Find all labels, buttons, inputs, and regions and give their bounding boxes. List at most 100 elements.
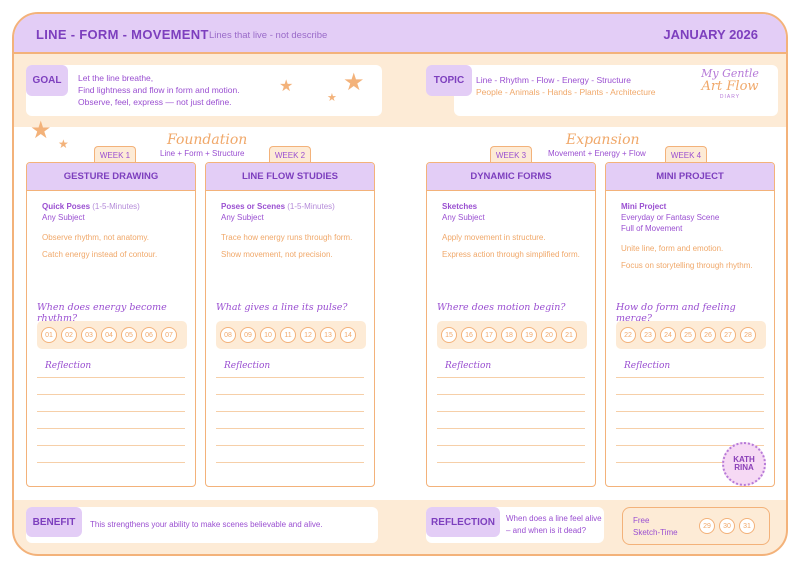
day-circle[interactable]: 30	[719, 518, 735, 534]
day-circle[interactable]: 24	[660, 327, 676, 343]
week-title: DYNAMIC FORMS	[427, 163, 595, 191]
writing-line[interactable]	[437, 411, 585, 412]
day-circle[interactable]: 22	[620, 327, 636, 343]
day-circle[interactable]: 28	[740, 327, 756, 343]
writing-line[interactable]	[437, 394, 585, 395]
section-subtitle-expansion: Movement + Energy + Flow	[548, 149, 646, 158]
day-circle[interactable]: 29	[699, 518, 715, 534]
writing-line[interactable]	[616, 428, 764, 429]
day-circle[interactable]: 05	[121, 327, 137, 343]
day-circle[interactable]: 06	[141, 327, 157, 343]
day-circle[interactable]: 20	[541, 327, 557, 343]
tip: Apply movement in structure.	[442, 233, 546, 242]
week-card: DYNAMIC FORMS Sketches Any Subject Apply…	[426, 162, 596, 487]
tip: Catch energy instead of contour.	[42, 250, 158, 259]
day-circle[interactable]: 08	[220, 327, 236, 343]
day-circle[interactable]: 12	[300, 327, 316, 343]
writing-line[interactable]	[616, 411, 764, 412]
benefit-text: This strengthens your ability to make sc…	[90, 520, 323, 529]
week-title: MINI PROJECT	[606, 163, 774, 191]
writing-line[interactable]	[437, 428, 585, 429]
writing-line[interactable]	[37, 445, 185, 446]
day-circle[interactable]: 10	[260, 327, 276, 343]
week-title: LINE FLOW STUDIES	[206, 163, 374, 191]
tip: Trace how energy runs through form.	[221, 233, 353, 242]
writing-line[interactable]	[216, 377, 364, 378]
writing-line[interactable]	[216, 428, 364, 429]
week-title: GESTURE DRAWING	[27, 163, 195, 191]
day-circle[interactable]: 04	[101, 327, 117, 343]
writing-line[interactable]	[37, 411, 185, 412]
tip: Express action through simplified form.	[442, 250, 580, 259]
day-circle[interactable]: 18	[501, 327, 517, 343]
task-subject: Full of Movement	[621, 224, 683, 233]
task-title: Sketches	[442, 202, 478, 211]
writing-line[interactable]	[616, 377, 764, 378]
day-circle[interactable]: 31	[739, 518, 755, 534]
logo: My Gentle Art Flow DIARY	[686, 68, 774, 101]
writing-line[interactable]	[216, 462, 364, 463]
artist-stamp: KATH RINA	[722, 442, 766, 486]
day-circle[interactable]: 15	[441, 327, 457, 343]
week-card: GESTURE DRAWING Quick Poses (1-5-Minutes…	[26, 162, 196, 487]
day-circle[interactable]: 01	[41, 327, 57, 343]
free-line-2: Sketch-Time	[633, 528, 678, 537]
planner-page: LINE - FORM - MOVEMENT Lines that live -…	[12, 12, 788, 556]
writing-line[interactable]	[37, 428, 185, 429]
writing-line[interactable]	[216, 394, 364, 395]
day-circle[interactable]: 17	[481, 327, 497, 343]
day-circle[interactable]: 16	[461, 327, 477, 343]
star-icon: ★	[30, 117, 52, 144]
task-range: (1-5-Minutes)	[285, 202, 335, 211]
reflection-box: REFLECTION When does a line feel alive –…	[426, 507, 604, 543]
day-circle[interactable]: 19	[521, 327, 537, 343]
star-icon: ★	[343, 69, 365, 96]
writing-line[interactable]	[37, 394, 185, 395]
day-circle[interactable]: 21	[561, 327, 577, 343]
topic-line-1: Line - Rhythm - Flow - Energy - Structur…	[476, 75, 631, 85]
logo-line-3: DIARY	[719, 94, 741, 100]
reflection-question-line: – and when is it dead?	[506, 526, 587, 535]
reflection-question-line: When does a line feel alive	[506, 514, 602, 523]
day-circle[interactable]: 14	[340, 327, 356, 343]
day-circle[interactable]: 26	[700, 327, 716, 343]
task-subject: Any Subject	[221, 213, 264, 222]
day-circle[interactable]: 27	[720, 327, 736, 343]
day-tracker: 01 02 03 04 05 06 07	[37, 321, 187, 349]
writing-line[interactable]	[216, 445, 364, 446]
free-sketch-box: Free Sketch-Time 29 30 31	[622, 507, 770, 545]
prompt-question: Where does motion begin?	[437, 302, 566, 313]
header-bar: LINE - FORM - MOVEMENT Lines that live -…	[14, 14, 786, 54]
day-circle[interactable]: 11	[280, 327, 296, 343]
week-tab: WEEK 3	[490, 146, 532, 163]
writing-line[interactable]	[437, 445, 585, 446]
day-circle[interactable]: 25	[680, 327, 696, 343]
writing-line[interactable]	[437, 377, 585, 378]
section-subtitle-foundation: Line + Form + Structure	[160, 149, 245, 158]
reflection-label: Reflection	[45, 361, 92, 371]
writing-line[interactable]	[437, 462, 585, 463]
star-icon: ★	[279, 78, 294, 95]
writing-line[interactable]	[37, 377, 185, 378]
benefit-label: BENEFIT	[26, 507, 82, 537]
day-tracker: 22 23 24 25 26 27 28	[616, 321, 766, 349]
day-circle[interactable]: 23	[640, 327, 656, 343]
day-circle[interactable]: 07	[161, 327, 177, 343]
goal-label: GOAL	[26, 65, 68, 96]
free-line-1: Free	[633, 516, 650, 525]
reflection-label: Reflection	[224, 361, 271, 371]
task-range: (1-5-Minutes)	[90, 202, 140, 211]
tip: Show movement, not precision.	[221, 250, 333, 259]
reflection-label: Reflection	[624, 361, 671, 371]
day-tracker: 15 16 17 18 19 20 21	[437, 321, 587, 349]
task-subject: Everyday or Fantasy Scene	[621, 213, 720, 222]
writing-line[interactable]	[216, 411, 364, 412]
writing-line[interactable]	[37, 462, 185, 463]
writing-line[interactable]	[616, 394, 764, 395]
day-circle[interactable]: 02	[61, 327, 77, 343]
day-circle[interactable]: 09	[240, 327, 256, 343]
day-circle[interactable]: 03	[81, 327, 97, 343]
task-subject: Any Subject	[42, 213, 85, 222]
day-circle[interactable]: 13	[320, 327, 336, 343]
month-label: JANUARY 2026	[663, 27, 758, 42]
